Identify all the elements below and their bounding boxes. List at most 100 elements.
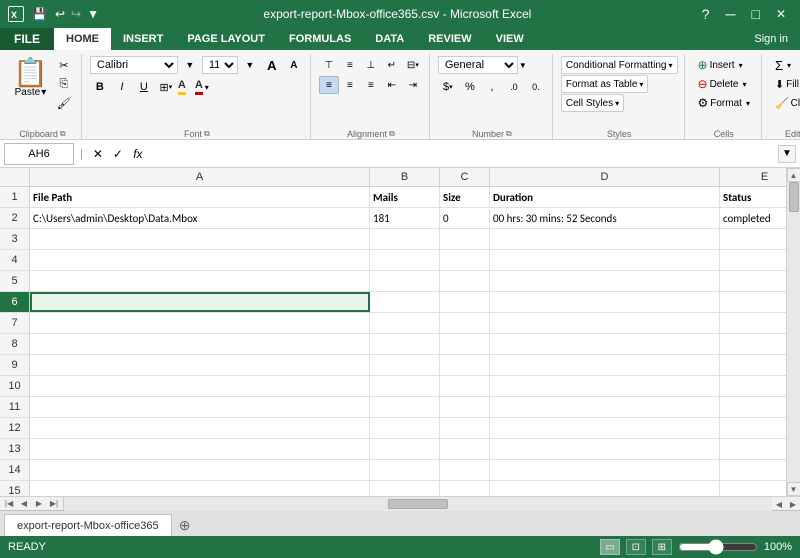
list-item[interactable]: [30, 271, 370, 291]
list-item[interactable]: [720, 376, 786, 396]
list-item[interactable]: C:\Users\admin\Desktop\Data.Mbox: [30, 208, 370, 228]
row-number[interactable]: 6: [0, 292, 30, 312]
list-item[interactable]: [440, 397, 490, 417]
formula-input[interactable]: [151, 143, 774, 165]
decrease-decimal-button[interactable]: 0.: [526, 78, 546, 96]
align-top-button[interactable]: ⊤: [319, 56, 339, 74]
paste-button[interactable]: 📋 Paste ▾: [10, 56, 51, 101]
list-item[interactable]: [490, 355, 720, 375]
list-item[interactable]: [490, 397, 720, 417]
scroll-up-arrow[interactable]: ▲: [787, 168, 800, 182]
col-header-E[interactable]: E: [720, 168, 786, 186]
list-item[interactable]: [440, 250, 490, 270]
list-item[interactable]: [490, 271, 720, 291]
row-number[interactable]: 12: [0, 418, 30, 438]
list-item[interactable]: [370, 439, 440, 459]
list-item[interactable]: [440, 229, 490, 249]
scroll-thumb-h[interactable]: [388, 499, 448, 509]
list-item[interactable]: [440, 271, 490, 291]
file-menu[interactable]: FILE: [0, 28, 54, 50]
list-item[interactable]: [30, 229, 370, 249]
list-item[interactable]: [370, 460, 440, 480]
format-button[interactable]: ⚙ Format ▾: [693, 94, 755, 112]
format-as-table-button[interactable]: Format as Table ▾: [561, 75, 649, 93]
name-box[interactable]: [4, 143, 74, 165]
fill-button[interactable]: ⬇ Fill ▾: [770, 75, 800, 93]
add-sheet-button[interactable]: ⊕: [174, 514, 196, 536]
col-header-D[interactable]: D: [490, 168, 720, 186]
list-item[interactable]: [370, 397, 440, 417]
list-item[interactable]: 0: [440, 208, 490, 228]
minimize-button[interactable]: ─: [720, 0, 742, 28]
autosum-button[interactable]: Σ ▾: [770, 56, 796, 74]
list-item[interactable]: [440, 460, 490, 480]
scroll-right-arrow[interactable]: ▶: [786, 497, 800, 511]
align-center-button[interactable]: ≡: [340, 76, 360, 94]
tab-review[interactable]: REVIEW: [416, 28, 483, 50]
list-item[interactable]: [30, 397, 370, 417]
list-item[interactable]: [440, 439, 490, 459]
list-item[interactable]: [440, 376, 490, 396]
list-item[interactable]: [370, 229, 440, 249]
font-size-dropdown[interactable]: ▼: [240, 56, 260, 74]
list-item[interactable]: [30, 481, 370, 496]
row-number[interactable]: 2: [0, 208, 30, 228]
row-number[interactable]: 8: [0, 334, 30, 354]
list-item[interactable]: [720, 250, 786, 270]
number-format-dropdown[interactable]: ▼: [519, 61, 527, 70]
font-expand-icon[interactable]: ⧉: [204, 129, 210, 139]
cell-styles-button[interactable]: Cell Styles ▾: [561, 94, 624, 112]
border-button[interactable]: ⊞▾: [156, 78, 176, 96]
row-number[interactable]: 4: [0, 250, 30, 270]
list-item[interactable]: [490, 439, 720, 459]
list-item[interactable]: [720, 418, 786, 438]
list-item[interactable]: [30, 439, 370, 459]
tab-view[interactable]: VIEW: [484, 28, 536, 50]
list-item[interactable]: 00 hrs: 30 mins: 52 Seconds: [490, 208, 720, 228]
currency-button[interactable]: $▾: [438, 78, 458, 96]
list-item[interactable]: Size: [440, 187, 490, 207]
cancel-formula-button[interactable]: ✕: [89, 145, 107, 163]
scroll-left-arrow[interactable]: ◀: [772, 497, 786, 511]
list-item[interactable]: [490, 376, 720, 396]
list-item[interactable]: [30, 460, 370, 480]
col-header-C[interactable]: C: [440, 168, 490, 186]
decrease-indent-button[interactable]: ⇤: [382, 76, 402, 94]
row-number[interactable]: 9: [0, 355, 30, 375]
font-name-dropdown[interactable]: ▼: [180, 56, 200, 74]
sheet-nav-prev[interactable]: ◀: [17, 497, 31, 511]
list-item[interactable]: Status: [720, 187, 786, 207]
list-item[interactable]: [720, 334, 786, 354]
number-format-select[interactable]: General: [438, 56, 518, 74]
scroll-thumb-v[interactable]: [789, 182, 799, 212]
col-header-A[interactable]: A: [30, 168, 370, 186]
list-item[interactable]: [720, 292, 786, 312]
tab-page-layout[interactable]: PAGE LAYOUT: [175, 28, 277, 50]
font-size-select[interactable]: 11: [202, 56, 238, 74]
sign-in-button[interactable]: Sign in: [742, 28, 800, 50]
align-bottom-button[interactable]: ⊥: [361, 56, 381, 74]
list-item[interactable]: 181: [370, 208, 440, 228]
font-name-select[interactable]: Calibri: [90, 56, 178, 74]
list-item[interactable]: [720, 439, 786, 459]
list-item[interactable]: [440, 292, 490, 312]
wrap-text-button[interactable]: ↵: [382, 56, 402, 74]
copy-button[interactable]: ⎘: [53, 75, 75, 93]
row-number[interactable]: 7: [0, 313, 30, 333]
list-item[interactable]: [440, 313, 490, 333]
fill-color-button[interactable]: A: [178, 79, 186, 95]
list-item[interactable]: [30, 376, 370, 396]
increase-indent-button[interactable]: ⇥: [403, 76, 423, 94]
conditional-formatting-button[interactable]: Conditional Formatting ▾: [561, 56, 678, 74]
underline-button[interactable]: U: [134, 78, 154, 96]
sheet-tab[interactable]: export-report-Mbox-office365: [4, 514, 172, 536]
undo-icon[interactable]: ↩: [55, 7, 65, 21]
maximize-button[interactable]: □: [745, 0, 765, 28]
redo-icon[interactable]: ↪: [71, 7, 81, 21]
percent-button[interactable]: %: [460, 78, 480, 96]
row-number[interactable]: 15: [0, 481, 30, 496]
zoom-slider[interactable]: [678, 539, 758, 555]
list-item[interactable]: [370, 481, 440, 496]
list-item[interactable]: [440, 481, 490, 496]
list-item[interactable]: [30, 292, 370, 312]
